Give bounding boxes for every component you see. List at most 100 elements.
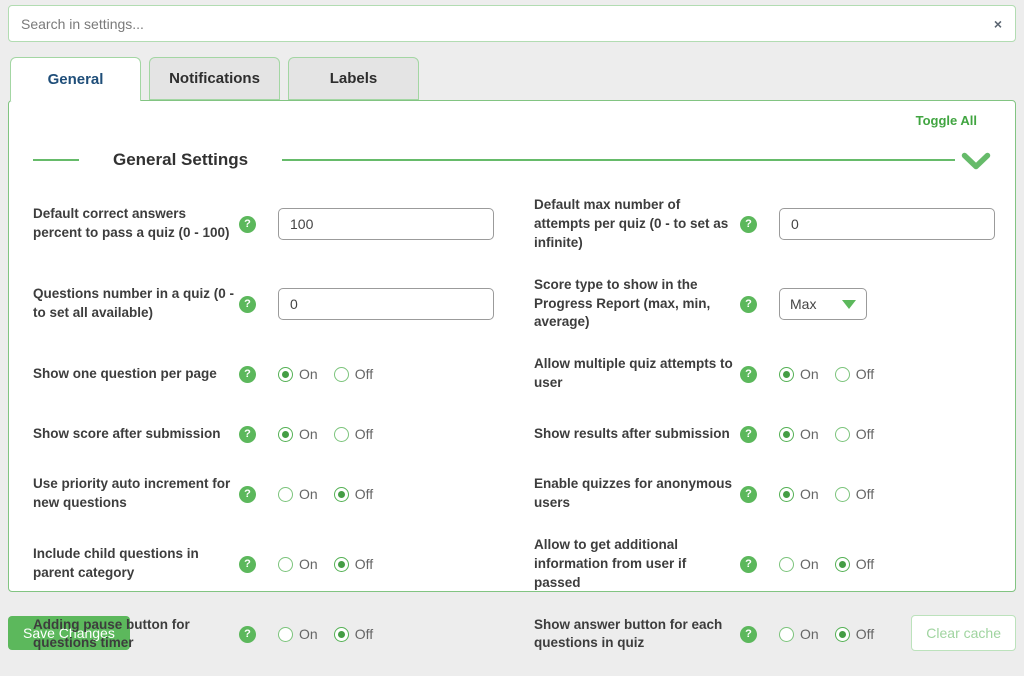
radio-option-off[interactable]: Off: [835, 486, 874, 502]
radio-label: On: [299, 486, 318, 502]
help-icon[interactable]: ?: [239, 486, 256, 503]
setting-control: On Off: [779, 486, 874, 502]
radio-option-on[interactable]: On: [278, 626, 318, 642]
radio-label: Off: [856, 486, 874, 502]
radio-label: Off: [355, 486, 373, 502]
radio-label: On: [299, 626, 318, 642]
search-clear-icon[interactable]: ×: [981, 16, 1015, 32]
radio-option-off[interactable]: Off: [835, 626, 874, 642]
setting-label: Show results after submission: [534, 425, 736, 444]
setting-control: On Off: [779, 426, 874, 442]
radio-option-off[interactable]: Off: [334, 626, 373, 642]
tab-notifications[interactable]: Notifications: [149, 57, 280, 100]
setting-row: Include child questions in parent catego…: [33, 536, 494, 593]
radio-off-icon[interactable]: [835, 427, 850, 442]
help-icon[interactable]: ?: [740, 556, 757, 573]
on-off-radio-group: On Off: [278, 366, 373, 382]
radio-on-icon[interactable]: [779, 487, 794, 502]
on-off-radio-group: On Off: [779, 426, 874, 442]
radio-off-icon[interactable]: [835, 557, 850, 572]
setting-label: Show score after submission: [33, 425, 235, 444]
setting-text-input[interactable]: [278, 208, 494, 240]
radio-on-icon[interactable]: [278, 367, 293, 382]
setting-text-input[interactable]: [278, 288, 494, 320]
help-icon[interactable]: ?: [740, 216, 757, 233]
radio-label: Off: [856, 626, 874, 642]
on-off-radio-group: On Off: [278, 626, 373, 642]
radio-option-on[interactable]: On: [278, 426, 318, 442]
radio-option-off[interactable]: Off: [835, 556, 874, 572]
radio-on-icon[interactable]: [779, 627, 794, 642]
collapse-section-button[interactable]: [961, 152, 991, 176]
radio-option-off[interactable]: Off: [835, 426, 874, 442]
radio-option-on[interactable]: On: [779, 426, 819, 442]
setting-row: Questions number in a quiz (0 - to set a…: [33, 276, 494, 333]
setting-control: On Off: [278, 556, 373, 572]
radio-label: Off: [355, 426, 373, 442]
radio-on-icon[interactable]: [779, 427, 794, 442]
setting-label: Allow multiple quiz attempts to user: [534, 355, 736, 393]
setting-control: On Off: [278, 366, 373, 382]
radio-on-icon[interactable]: [278, 557, 293, 572]
radio-option-on[interactable]: On: [278, 486, 318, 502]
help-icon[interactable]: ?: [740, 426, 757, 443]
radio-off-icon[interactable]: [334, 427, 349, 442]
radio-label: Off: [856, 426, 874, 442]
radio-on-icon[interactable]: [278, 487, 293, 502]
help-icon[interactable]: ?: [740, 626, 757, 643]
setting-control: [278, 288, 494, 320]
help-icon[interactable]: ?: [239, 426, 256, 443]
radio-off-icon[interactable]: [835, 367, 850, 382]
radio-on-icon[interactable]: [779, 367, 794, 382]
radio-off-icon[interactable]: [835, 627, 850, 642]
help-icon[interactable]: ?: [239, 626, 256, 643]
radio-option-off[interactable]: Off: [334, 366, 373, 382]
help-icon[interactable]: ?: [740, 366, 757, 383]
setting-control: On Off: [779, 366, 874, 382]
radio-option-off[interactable]: Off: [334, 426, 373, 442]
help-icon[interactable]: ?: [740, 296, 757, 313]
setting-label: Questions number in a quiz (0 - to set a…: [33, 285, 235, 323]
help-icon[interactable]: ?: [740, 486, 757, 503]
setting-label: Include child questions in parent catego…: [33, 545, 235, 583]
radio-option-off[interactable]: Off: [334, 556, 373, 572]
radio-label: On: [299, 426, 318, 442]
radio-on-icon[interactable]: [278, 427, 293, 442]
radio-off-icon[interactable]: [835, 487, 850, 502]
setting-label: Allow to get additional information from…: [534, 536, 736, 593]
caret-down-icon: [842, 300, 856, 309]
setting-row: Allow to get additional information from…: [534, 536, 995, 593]
radio-off-icon[interactable]: [334, 557, 349, 572]
radio-off-icon[interactable]: [334, 487, 349, 502]
radio-option-on[interactable]: On: [278, 556, 318, 572]
help-icon[interactable]: ?: [239, 216, 256, 233]
score-type-select[interactable]: Max: [779, 288, 867, 320]
tab-labels[interactable]: Labels: [288, 57, 419, 100]
radio-option-on[interactable]: On: [779, 556, 819, 572]
tab-general[interactable]: General: [10, 57, 141, 101]
toggle-all-link[interactable]: Toggle All: [33, 113, 991, 128]
radio-option-off[interactable]: Off: [835, 366, 874, 382]
radio-on-icon[interactable]: [779, 557, 794, 572]
radio-option-on[interactable]: On: [779, 486, 819, 502]
section-long-line: [282, 159, 955, 161]
radio-option-on[interactable]: On: [779, 626, 819, 642]
settings-search-bar: ×: [8, 5, 1016, 42]
settings-tabs: GeneralNotificationsLabels: [10, 57, 419, 101]
radio-off-icon[interactable]: [334, 367, 349, 382]
setting-text-input[interactable]: [779, 208, 995, 240]
radio-on-icon[interactable]: [278, 627, 293, 642]
radio-label: On: [800, 556, 819, 572]
help-icon[interactable]: ?: [239, 556, 256, 573]
search-input[interactable]: [9, 6, 981, 41]
radio-option-on[interactable]: On: [278, 366, 318, 382]
radio-off-icon[interactable]: [334, 627, 349, 642]
radio-option-off[interactable]: Off: [334, 486, 373, 502]
help-icon[interactable]: ?: [239, 296, 256, 313]
setting-label: Enable quizzes for anonymous users: [534, 475, 736, 513]
help-icon[interactable]: ?: [239, 366, 256, 383]
radio-option-on[interactable]: On: [779, 366, 819, 382]
setting-label: Score type to show in the Progress Repor…: [534, 276, 736, 333]
setting-label: Show one question per page: [33, 365, 235, 384]
radio-label: On: [800, 626, 819, 642]
